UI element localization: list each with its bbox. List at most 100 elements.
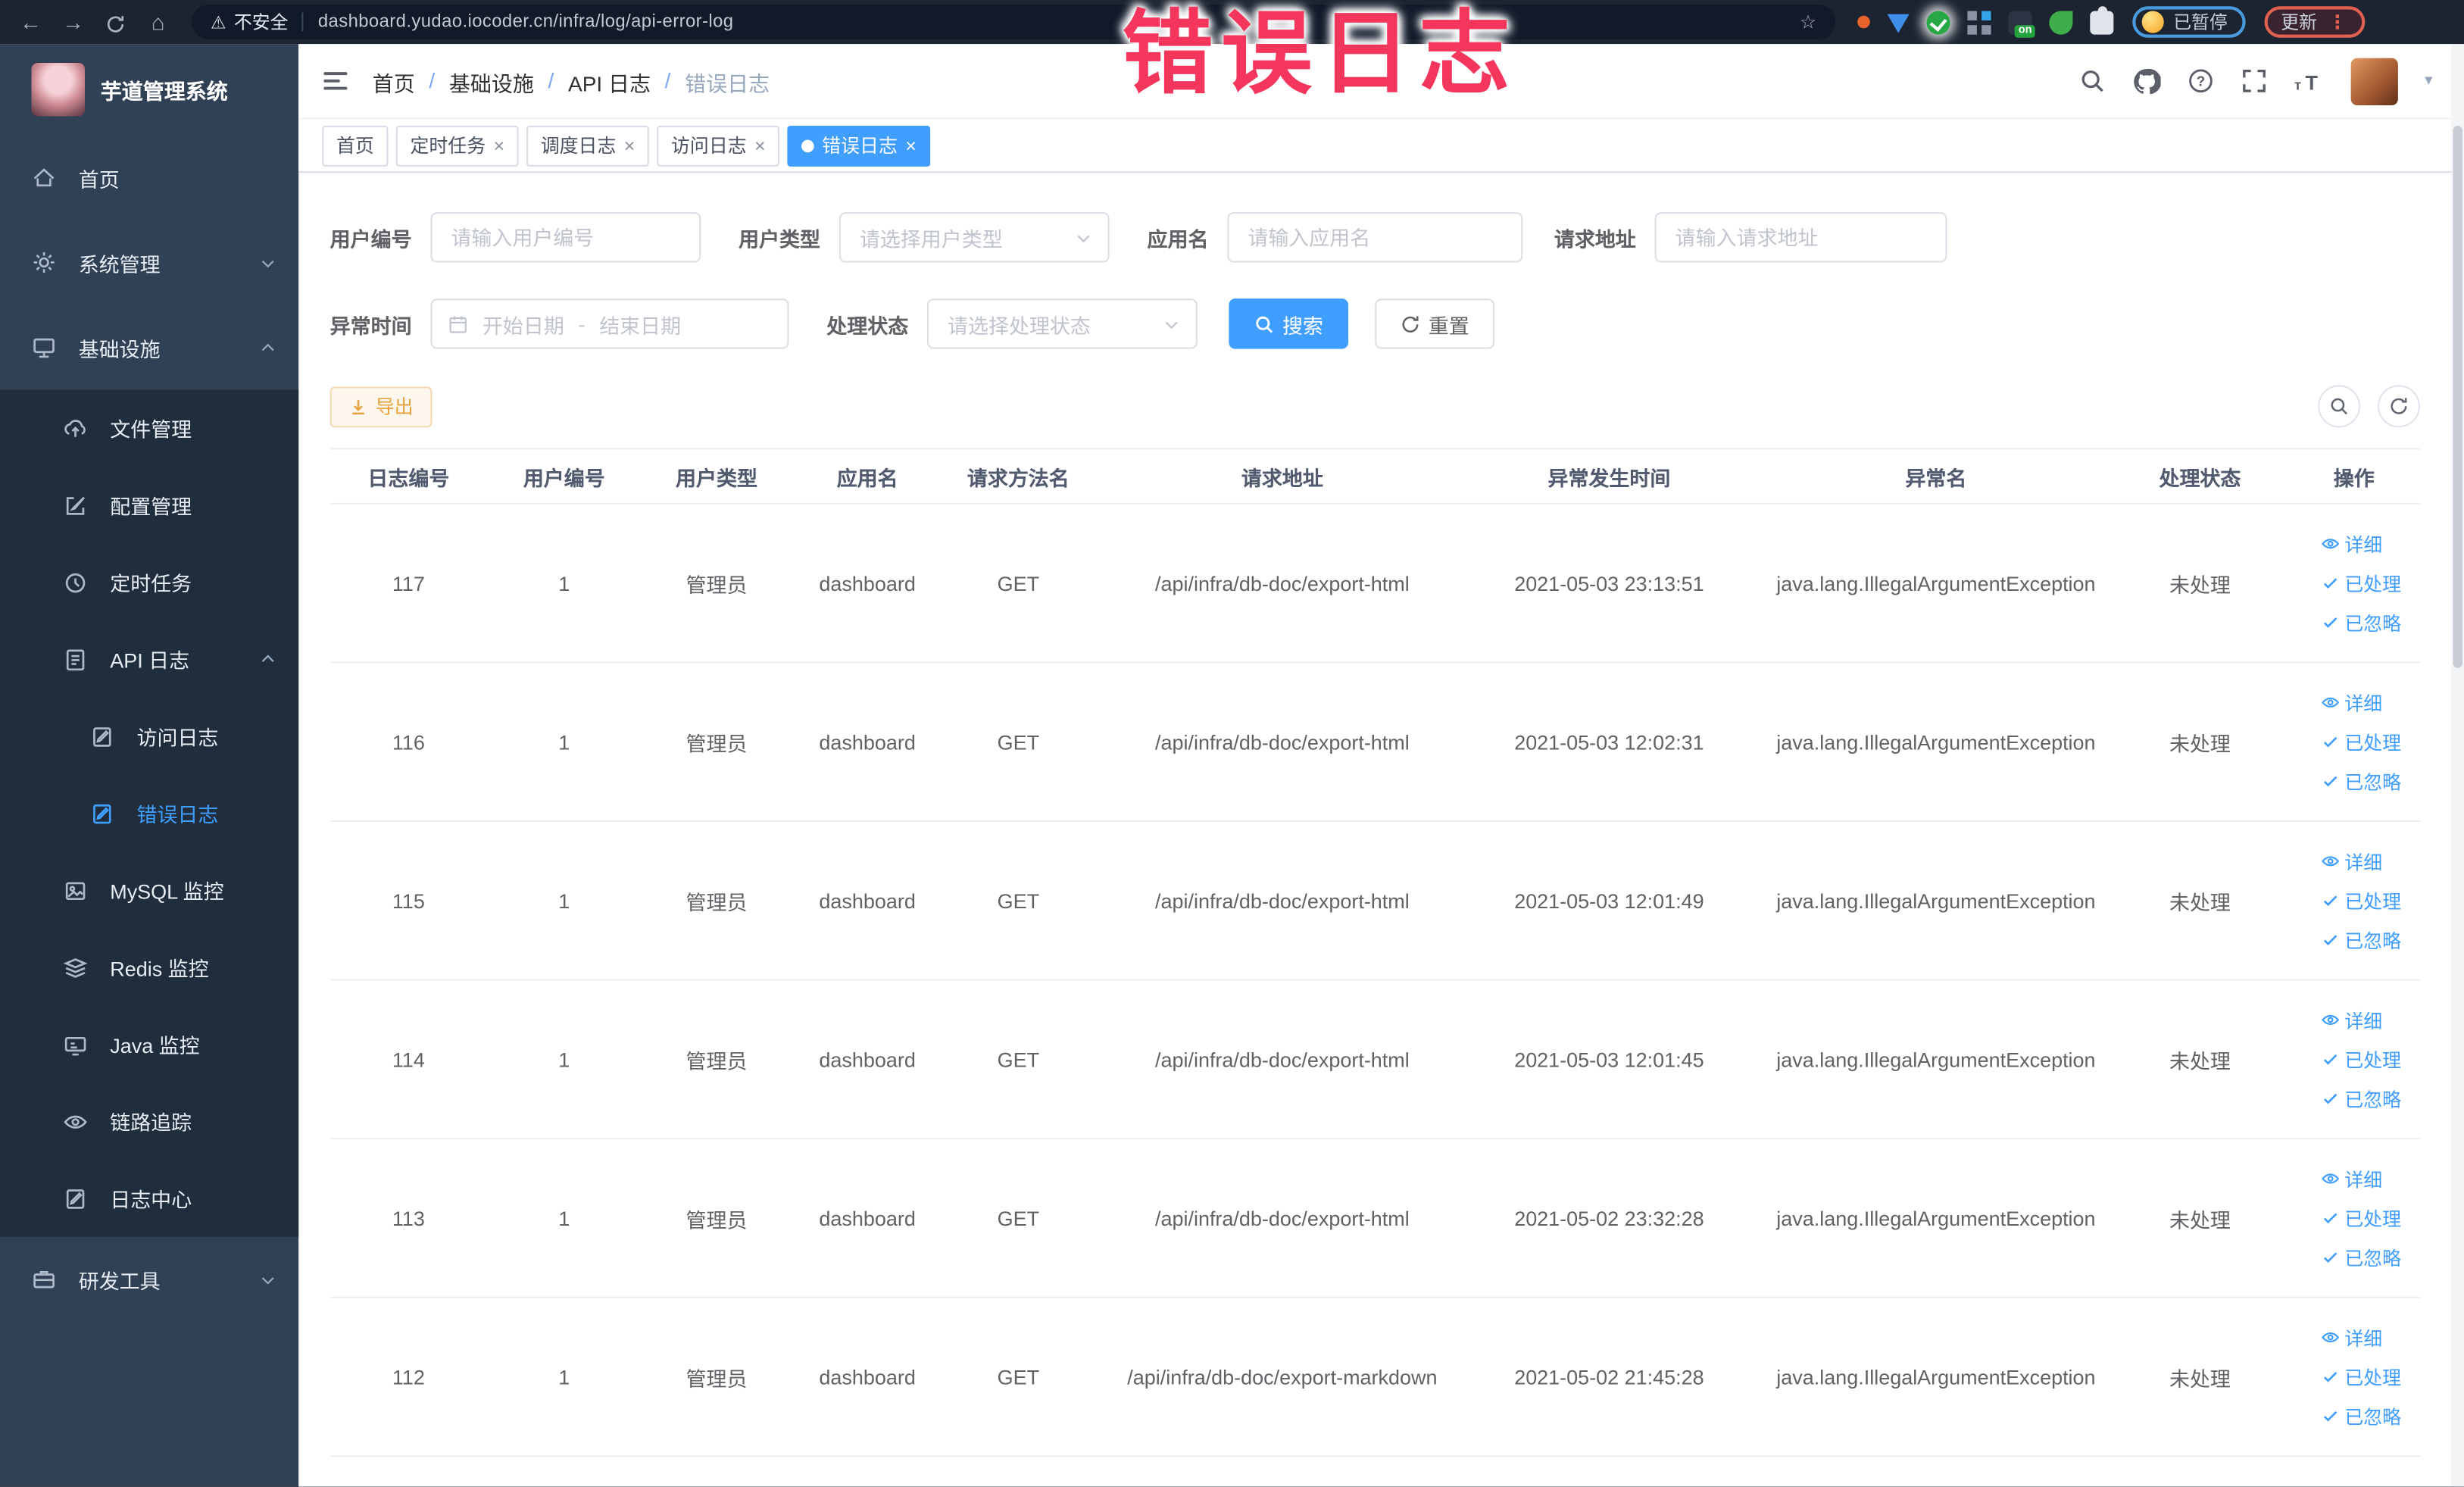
request-url-input[interactable] — [1654, 212, 1947, 263]
browser-reload-icon[interactable] — [94, 9, 136, 34]
fullscreen-icon[interactable] — [2241, 67, 2267, 94]
search-button[interactable]: 搜索 — [1229, 298, 1349, 349]
profile-paused-chip[interactable]: 已暂停 — [2132, 6, 2245, 38]
detail-link[interactable]: 详细 — [2321, 1324, 2382, 1351]
close-icon[interactable]: × — [493, 136, 504, 155]
mark-ignored-link[interactable]: 已忽略 — [2321, 1086, 2401, 1112]
process-status-select[interactable]: 请选择处理状态 — [927, 298, 1198, 349]
sidebar-item-error-log[interactable]: 错误日志 — [0, 775, 298, 852]
chevron-up-icon — [259, 339, 276, 356]
cell-status: 未处理 — [2169, 890, 2231, 914]
browser-home-icon[interactable]: ⌂ — [136, 9, 179, 34]
font-size-icon[interactable]: тT — [2294, 68, 2324, 93]
mark-processed-link[interactable]: 已处理 — [2321, 1364, 2401, 1390]
sidebar-item-system[interactable]: 系统管理 — [0, 220, 298, 305]
filter-label-process-status: 处理状态 — [826, 313, 909, 338]
mark-processed-link[interactable]: 已处理 — [2321, 729, 2401, 755]
detail-link[interactable]: 详细 — [2321, 689, 2382, 716]
mark-ignored-link[interactable]: 已忽略 — [2321, 1403, 2401, 1429]
user-type-select[interactable]: 请选择用户类型 — [839, 212, 1110, 263]
sidebar-item-trace[interactable]: 链路追踪 — [0, 1082, 298, 1160]
app-logo[interactable]: 芋道管理系统 — [0, 44, 298, 135]
bookmark-star-icon[interactable]: ☆ — [1800, 11, 1816, 33]
detail-link[interactable]: 详细 — [2321, 848, 2382, 874]
detail-link[interactable]: 详细 — [2321, 530, 2382, 557]
security-label[interactable]: 不安全 — [234, 9, 289, 34]
sidebar-item-java-monitor[interactable]: Java 监控 — [0, 1006, 298, 1083]
toggle-search-button[interactable] — [2318, 385, 2361, 428]
mark-ignored-link[interactable]: 已忽略 — [2321, 926, 2401, 953]
user-avatar[interactable] — [2350, 57, 2398, 105]
reset-button[interactable]: 重置 — [1375, 298, 1495, 349]
close-icon[interactable]: × — [905, 136, 917, 155]
mark-processed-link[interactable]: 已处理 — [2321, 570, 2401, 596]
github-icon[interactable] — [2132, 67, 2161, 95]
sidebar-item-infra[interactable]: 基础设施 — [0, 305, 298, 389]
sidebar-item-dev-tools[interactable]: 研发工具 — [0, 1237, 298, 1322]
extension-grid-icon[interactable] — [1967, 10, 1991, 34]
mark-ignored-link[interactable]: 已忽略 — [2321, 767, 2401, 794]
breadcrumb-item-error-log: 错误日志 — [685, 71, 770, 95]
home-icon — [31, 165, 58, 190]
extension-leaf-icon[interactable] — [2049, 10, 2073, 34]
exception-time-range-picker[interactable]: 开始日期 - 结束日期 — [430, 298, 789, 349]
browser-forward-icon[interactable]: → — [52, 9, 94, 34]
extension-orange-icon[interactable] — [1857, 15, 1870, 29]
browser-back-icon[interactable]: ← — [9, 9, 52, 34]
tab-error-log[interactable]: 错误日志 × — [787, 124, 931, 166]
extension-check-icon[interactable] — [1926, 10, 1950, 34]
search-icon[interactable] — [2079, 67, 2106, 94]
sidebar-item-scheduled-jobs[interactable]: 定时任务 — [0, 544, 298, 621]
range-separator: - — [578, 311, 586, 336]
user-menu-caret-icon[interactable]: ▾ — [2425, 72, 2432, 89]
cell-app: dashboard — [819, 889, 916, 913]
hamburger-icon[interactable] — [298, 69, 373, 92]
refresh-table-button[interactable] — [2377, 385, 2420, 428]
detail-link[interactable]: 详细 — [2321, 1165, 2382, 1192]
sidebar-item-file-manage[interactable]: 文件管理 — [0, 390, 298, 467]
tab-scheduled-jobs[interactable]: 定时任务 × — [395, 124, 519, 166]
sidebar-item-config-manage[interactable]: 配置管理 — [0, 467, 298, 544]
mark-processed-link[interactable]: 已处理 — [2321, 1204, 2401, 1231]
tab-schedule-log[interactable]: 调度日志 × — [526, 124, 649, 166]
sidebar-item-api-log[interactable]: API 日志 — [0, 620, 298, 698]
address-bar[interactable]: ⚠ 不安全 dashboard.yudao.iocoder.cn/infra/l… — [192, 5, 1836, 39]
browser-menu-icon[interactable]: ⋮ — [2328, 11, 2347, 33]
page-url[interactable]: dashboard.yudao.iocoder.cn/infra/log/api… — [318, 13, 734, 32]
export-button[interactable]: 导出 — [329, 386, 433, 427]
tab-home[interactable]: 首页 — [322, 124, 389, 166]
sidebar-item-log-center[interactable]: 日志中心 — [0, 1160, 298, 1237]
mark-ignored-link[interactable]: 已忽略 — [2321, 1244, 2401, 1270]
help-icon[interactable]: ? — [2188, 67, 2214, 94]
sidebar-item-redis-monitor[interactable]: Redis 监控 — [0, 929, 298, 1006]
logo-avatar — [31, 62, 86, 117]
user-id-input[interactable] — [430, 212, 701, 263]
extensions-puzzle-icon[interactable] — [2090, 5, 2114, 34]
close-icon[interactable]: × — [754, 136, 766, 155]
app-name-input[interactable] — [1227, 212, 1523, 263]
close-icon[interactable]: × — [624, 136, 636, 155]
breadcrumb-item-home[interactable]: 首页 — [373, 65, 415, 96]
mark-processed-link[interactable]: 已处理 — [2321, 887, 2401, 914]
breadcrumb-item-infra[interactable]: 基础设施 — [449, 65, 534, 96]
mark-processed-link[interactable]: 已处理 — [2321, 1046, 2401, 1073]
browser-update-button[interactable]: 更新 ⋮ — [2263, 6, 2365, 38]
detail-link[interactable]: 详细 — [2321, 1007, 2382, 1033]
sidebar-item-home[interactable]: 首页 — [0, 135, 298, 220]
scrollbar-thumb[interactable] — [2453, 125, 2462, 668]
mark-ignored-link[interactable]: 已忽略 — [2321, 609, 2401, 636]
breadcrumb-item-api-log[interactable]: API 日志 — [568, 65, 651, 96]
extension-shield-icon[interactable] — [1887, 14, 1910, 33]
tab-access-log[interactable]: 访问日志 × — [657, 124, 780, 166]
cell-url: /api/infra/db-doc/export-html — [1154, 1047, 1410, 1071]
svg-text:т: т — [2294, 76, 2301, 92]
cell-user-type: 管理员 — [685, 1048, 748, 1073]
cell-time: 2021-05-02 21:45:28 — [1514, 1364, 1704, 1389]
sidebar-item-label: 链路追踪 — [110, 1111, 192, 1135]
sidebar-item-mysql-monitor[interactable]: MySQL 监控 — [0, 851, 298, 929]
sidebar-item-access-log[interactable]: 访问日志 — [0, 698, 298, 775]
column-header: 日志编号 — [367, 466, 450, 490]
extension-switch-icon[interactable]: on — [2008, 10, 2035, 37]
document-log-icon — [63, 647, 89, 672]
sidebar-item-label: MySQL 监控 — [110, 879, 224, 904]
